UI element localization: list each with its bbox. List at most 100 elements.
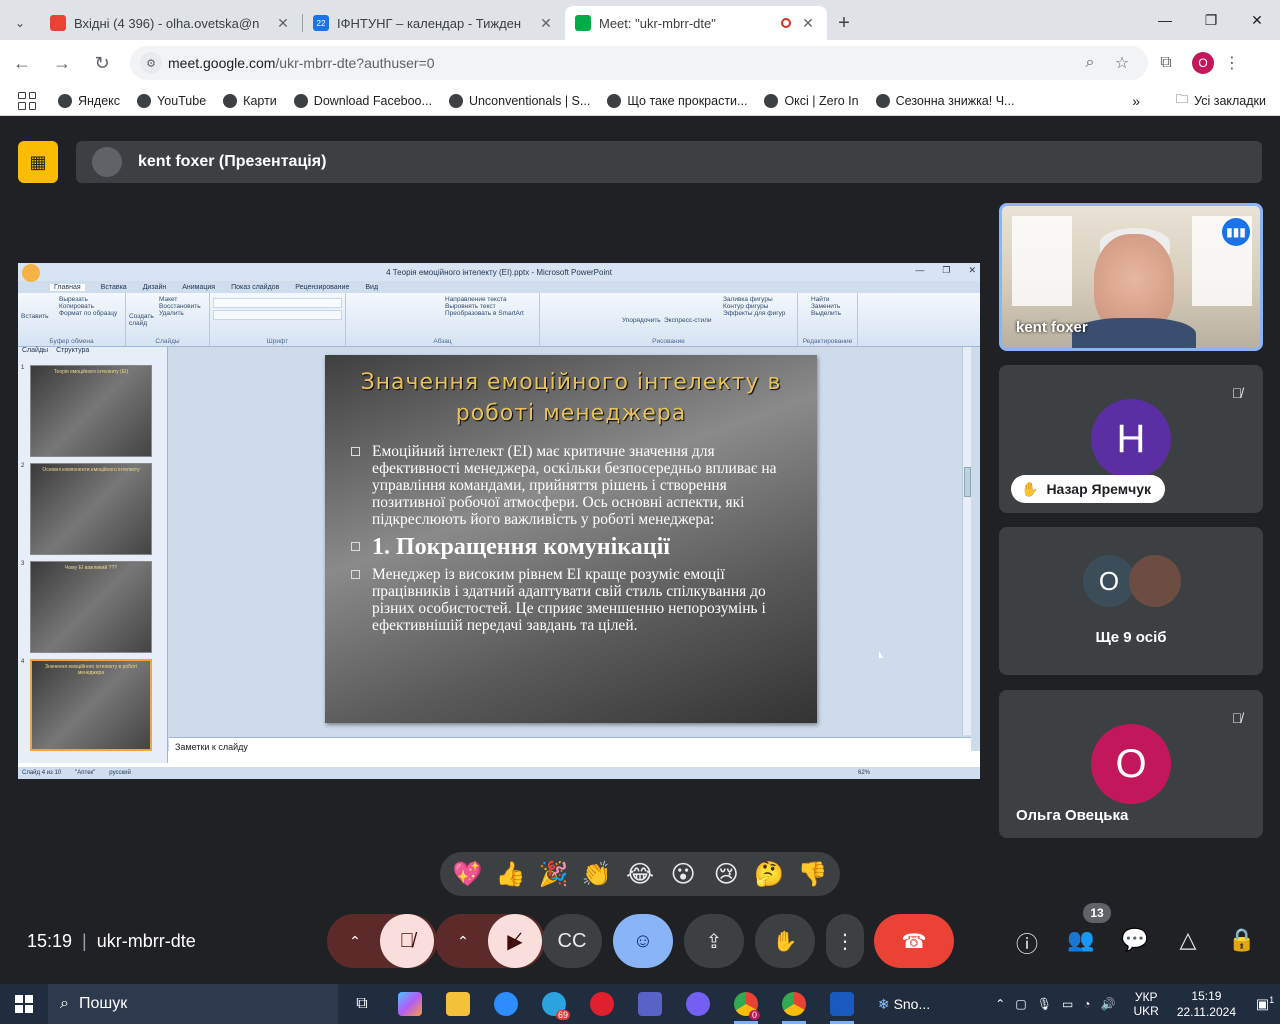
ppt-group-label: Слайды [155,338,180,345]
tab-gmail[interactable]: Вхідні (4 396) - olha.ovetska@n ✕ [40,6,302,40]
tab-meet[interactable]: Meet: "ukr-mbrr-dte" ✕ [565,6,827,40]
people-icon[interactable]: 👥 [1067,927,1095,955]
chevron-up-icon[interactable]: ⌃ [330,914,380,968]
chevron-up-icon[interactable]: ⌃ [438,914,488,968]
bookmark-item[interactable]: Що таке прокрасти... [607,93,747,108]
close-window-icon[interactable]: ✕ [1234,0,1280,40]
stop-presentation-icon[interactable]: ▦ [18,141,58,183]
participant-tile[interactable]: 🎙̸ H ✋ Назар Яремчук [999,365,1263,513]
chrome-profile-icon[interactable] [770,984,818,1024]
wifi-icon[interactable]: ◔ [1083,997,1090,1011]
reaction-thumbs-up-icon[interactable]: 👍 [491,860,531,889]
reaction-clap-icon[interactable]: 👏 [577,860,617,889]
chevron-up-icon[interactable]: ⌃ [995,997,1005,1011]
meeting-details-icon[interactable]: ⓘ [1013,927,1041,957]
chat-icon[interactable]: 💬 [1121,927,1149,955]
tab-calendar[interactable]: 22 ІФНТУНГ – календар - Тижден ✕ [303,6,565,40]
reaction-laugh-icon[interactable]: 😂 [620,860,660,889]
camera-off-button[interactable]: ▶̸ [488,914,542,968]
taskbar-search[interactable]: ⌕ Пошук [48,984,338,1024]
chrome-icon[interactable]: 0 [722,984,770,1024]
weather-widget[interactable]: ❄ Sno... [866,984,942,1024]
mic-off-button[interactable]: 🎙̸ [380,914,434,968]
address-bar[interactable]: ⚙ meet.google.com/ukr-mbrr-dte?authuser=… [130,46,1148,80]
language-indicator[interactable]: УКР UKR [1133,990,1158,1018]
reload-icon[interactable]: ↻ [84,45,120,81]
new-tab-button[interactable]: + [827,6,861,40]
task-view-icon[interactable]: ⧉ [338,984,386,1024]
microphone-icon[interactable]: 🎙 [1037,997,1052,1011]
reaction-party-icon[interactable]: 🎉 [534,860,574,889]
host-controls-icon[interactable]: 🔒 [1228,927,1256,955]
zoom-icon[interactable]: ⌕ [1074,54,1106,72]
reaction-thinking-icon[interactable]: 🤔 [749,860,789,889]
windows-start-icon[interactable] [0,984,48,1024]
notifications-icon[interactable]: ▣1 [1250,995,1280,1013]
forward-icon[interactable]: → [44,45,80,81]
word-icon[interactable] [818,984,866,1024]
extensions-icon[interactable]: ⧉ [1148,54,1184,72]
bookmark-item[interactable]: Download Faceboo... [293,93,432,108]
bookmark-item[interactable]: YouTube [137,93,206,108]
leave-call-button[interactable]: ☎ [874,914,954,968]
site-info-icon[interactable]: ⚙ [140,52,162,74]
participant-group-tile[interactable]: O Ще 9 осіб [999,527,1263,675]
bookmark-item[interactable]: Сезонна знижка! Ч... [875,93,1014,108]
ppt-tab: Вставка [100,283,127,291]
meeting-time: 15:19 [27,931,73,951]
ppt-group-label: Редактирование [802,338,853,345]
viber-icon[interactable] [674,984,722,1024]
emoji-icon: ☺ [632,929,654,952]
volume-icon[interactable]: 🔊 [1101,997,1116,1011]
opera-icon[interactable] [578,984,626,1024]
search-placeholder: Пошук [78,995,128,1012]
back-icon[interactable]: ← [4,45,40,81]
reaction-thumbs-down-icon[interactable]: 👎 [792,860,832,889]
minimize-icon[interactable]: — [1142,0,1188,40]
file-explorer-icon[interactable] [434,984,482,1024]
bookmark-star-icon[interactable]: ☆ [1106,53,1138,73]
bookmark-item[interactable]: Unconventionals | S... [448,93,590,108]
ppt-ribbon-item: Контур фигуры [723,303,769,310]
zoom-app-icon[interactable] [482,984,530,1024]
captions-button[interactable]: CC [542,914,602,968]
close-icon[interactable]: ✕ [799,15,817,32]
profile-avatar[interactable]: O [1192,52,1214,74]
ppt-ribbon-item: Выровнять текст [445,303,496,310]
taskbar-clock[interactable]: 15:19 22.11.2024 [1177,988,1236,1020]
ppt-ribbon-item: Создать слайд [129,313,154,327]
reaction-sad-icon[interactable]: 😢 [706,860,746,889]
bookmark-item[interactable]: Яндекс [58,93,120,108]
close-icon[interactable]: ✕ [537,15,555,32]
close-icon[interactable]: ✕ [274,15,292,32]
office-button-icon [22,264,40,282]
reaction-surprised-icon[interactable]: 😮 [663,860,703,889]
bookmark-icon [448,93,463,108]
present-button[interactable]: ⇪ [684,914,744,968]
copilot-icon[interactable] [386,984,434,1024]
all-bookmarks[interactable]: 🗀 Усі закладки [1176,90,1266,111]
ppt-group-drawing: Заливка фигуры Контур фигуры Эффекты для… [540,293,798,346]
presenter-bar: kent foxer (Презентація) [76,141,1262,183]
apps-grid-icon[interactable] [18,91,36,110]
telegram-icon[interactable]: 69 [530,984,578,1024]
battery-icon[interactable]: ▭ [1062,997,1073,1011]
tab-search-chevron-icon[interactable]: ⌄ [0,6,40,40]
reactions-button[interactable]: ☺ [613,914,673,968]
bookmark-item[interactable]: Карти [223,93,277,108]
participant-tile-self[interactable]: 🎙̸ O Ольга Овецька [999,690,1263,838]
ppt-statusbar: Слайд 4 из 10 "Аптек" русский 62% [18,767,980,779]
speaking-icon: ▮▮▮ [1222,218,1250,246]
participant-tile-video[interactable]: ▮▮▮ kent foxer [999,203,1263,351]
slide-thumbnail-selected: Значення емоційного інтелекту в роботі м… [30,659,152,751]
save-app-icon[interactable] [626,984,674,1024]
tray-app-icon[interactable]: ▢ [1015,997,1026,1011]
restore-icon[interactable]: ❐ [1188,0,1234,40]
activities-icon[interactable]: △ [1174,927,1202,955]
reaction-heart-icon[interactable]: 💖 [448,860,488,889]
raise-hand-button[interactable]: ✋ [755,914,815,968]
more-bookmarks-icon[interactable]: » [1132,93,1140,109]
bookmark-item[interactable]: Oксі | Zero In [764,93,859,108]
menu-icon[interactable]: ⋮ [1214,53,1250,73]
more-options-button[interactable]: ⋮ [826,914,864,968]
